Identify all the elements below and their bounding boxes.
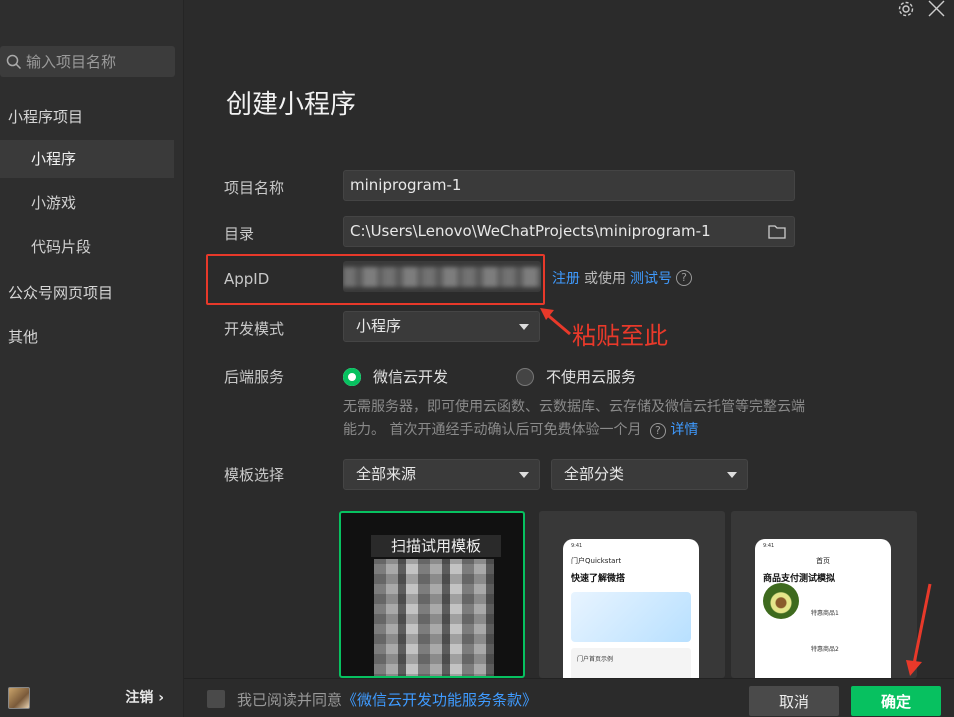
- dev-mode-value: 小程序: [356, 317, 402, 335]
- radio-cloud-dev[interactable]: 微信云开发: [343, 366, 448, 387]
- backend-description: 无需服务器，即可使用云函数、云数据库、云存储及微信云托管等完整云端能力。 首次开…: [343, 396, 813, 442]
- nav-group-official-web[interactable]: 公众号网页项目: [8, 282, 113, 303]
- confirm-button[interactable]: 确定: [851, 686, 941, 716]
- preview-item-1: 特惠商品1: [811, 610, 839, 617]
- sidebar-footer: 注销 ›: [0, 678, 184, 717]
- template-card-shop[interactable]: 9:41 首页 商品支付测试模拟 特惠商品1 特惠商品2: [731, 511, 917, 678]
- search-input[interactable]: [26, 52, 166, 71]
- backend-label: 后端服务: [224, 368, 285, 386]
- chevron-down-icon: [727, 472, 737, 478]
- status-time: 9:41: [763, 543, 775, 549]
- logout-button[interactable]: 注销 ›: [125, 687, 164, 707]
- radio-unchecked-icon: [516, 367, 534, 386]
- dev-mode-label: 开发模式: [224, 320, 285, 338]
- help-icon[interactable]: ?: [676, 270, 692, 286]
- template-category-value: 全部分类: [564, 465, 625, 483]
- template-category-select[interactable]: 全部分类: [551, 459, 748, 490]
- radio-checked-icon: [343, 367, 361, 386]
- qr-code-blurred: [374, 559, 494, 676]
- chevron-down-icon: [519, 324, 529, 330]
- preview-header: 首页: [816, 557, 830, 565]
- details-link[interactable]: 详情: [670, 422, 698, 438]
- sidebar-item-minigame[interactable]: 小游戏: [0, 184, 174, 222]
- register-link[interactable]: 注册: [552, 268, 580, 288]
- annotation-arrow: [540, 308, 571, 336]
- dev-mode-select[interactable]: 小程序: [343, 311, 540, 342]
- search-icon: [6, 54, 22, 69]
- preview-item-2: 特惠商品2: [811, 646, 839, 653]
- agree-checkbox[interactable]: [207, 690, 225, 708]
- appid-links: 注册 或使用 测试号 ?: [552, 268, 692, 288]
- status-time: 9:41: [571, 543, 583, 549]
- scan-template-title: 扫描试用模板: [371, 535, 501, 557]
- project-name-input[interactable]: miniprogram-1: [343, 170, 795, 201]
- help-icon[interactable]: ?: [649, 423, 666, 439]
- avatar[interactable]: [8, 687, 30, 709]
- template-label: 模板选择: [224, 466, 285, 484]
- radio-no-cloud[interactable]: 不使用云服务: [516, 366, 636, 387]
- agree-prefix: 我已阅读并同意: [237, 691, 343, 709]
- paste-annotation: 粘贴至此: [572, 322, 668, 350]
- terms-link[interactable]: 《微信云开发功能服务条款》: [342, 691, 537, 709]
- cancel-button[interactable]: 取消: [749, 686, 839, 716]
- preview-item: 门户首页示例: [571, 648, 691, 678]
- folder-icon[interactable]: [768, 224, 786, 239]
- radio-cloud-dev-label: 微信云开发: [373, 368, 449, 386]
- annotation-arrow-confirm: [906, 583, 932, 676]
- chevron-down-icon: [519, 472, 529, 478]
- template-source-select[interactable]: 全部来源: [343, 459, 540, 490]
- template-card-portal[interactable]: 9:41 门户Quickstart 快速了解微搭 门户首页示例: [539, 511, 725, 678]
- sidebar-item-code-snippet[interactable]: 代码片段: [0, 228, 174, 266]
- sidebar: 小程序项目 小程序 小游戏 代码片段 公众号网页项目 其他 注销 ›: [0, 0, 184, 717]
- nav-group-miniprogram[interactable]: 小程序项目: [8, 106, 83, 127]
- or-use-text: 或使用: [584, 271, 626, 287]
- project-name-label: 项目名称: [224, 179, 285, 197]
- preview-banner: [571, 592, 691, 642]
- nav-group-other[interactable]: 其他: [8, 326, 38, 347]
- directory-input[interactable]: C:\Users\Lenovo\WeChatProjects\miniprogr…: [343, 216, 795, 247]
- test-account-link[interactable]: 测试号: [630, 268, 672, 288]
- close-icon[interactable]: [926, 0, 946, 18]
- search-box[interactable]: [0, 46, 175, 77]
- page-title: 创建小程序: [226, 90, 357, 120]
- avocado-image: [763, 583, 799, 619]
- radio-no-cloud-label: 不使用云服务: [546, 368, 637, 386]
- agree-text: 我已阅读并同意《微信云开发功能服务条款》: [237, 689, 537, 710]
- template-card-scan[interactable]: 扫描试用模板: [339, 511, 525, 678]
- preview-app-name: 门户Quickstart: [571, 557, 622, 565]
- directory-label: 目录: [224, 225, 255, 243]
- preview-title: 快速了解微搭: [571, 574, 626, 584]
- directory-value: C:\Users\Lenovo\WeChatProjects\miniprogr…: [350, 222, 711, 240]
- template-preview-shop: 9:41 首页 商品支付测试模拟 特惠商品1 特惠商品2: [755, 539, 891, 678]
- sidebar-item-miniprogram[interactable]: 小程序: [0, 140, 174, 178]
- bottom-bar: 我已阅读并同意《微信云开发功能服务条款》 取消 确定: [184, 678, 954, 717]
- gear-icon[interactable]: [896, 0, 916, 18]
- backend-description-text: 无需服务器，即可使用云函数、云数据库、云存储及微信云托管等完整云端能力。 首次开…: [343, 399, 805, 438]
- template-preview-portal: 9:41 门户Quickstart 快速了解微搭 门户首页示例: [563, 539, 699, 678]
- template-source-value: 全部来源: [356, 465, 417, 483]
- appid-highlight-box: [206, 254, 545, 305]
